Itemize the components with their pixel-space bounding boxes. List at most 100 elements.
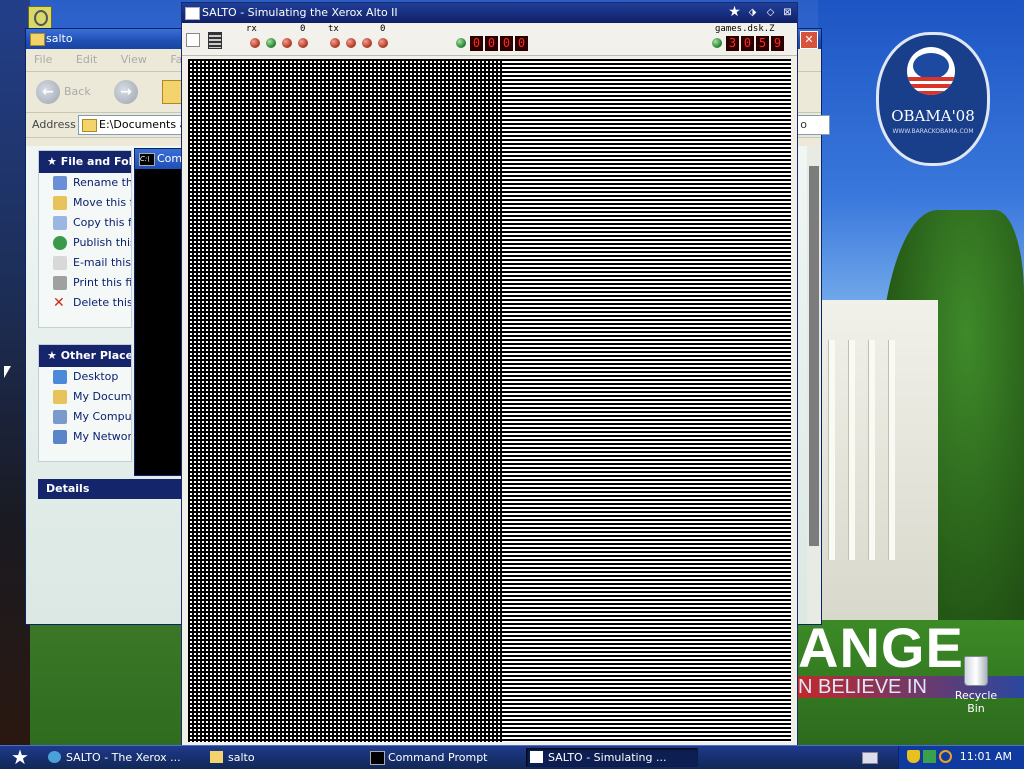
menu-edit[interactable]: Edit <box>76 53 97 66</box>
disk-led <box>712 38 722 48</box>
status-bar: rx 0 tx 0 0 0 0 0 games.dsk.Z 3 0 5 9 <box>182 23 797 56</box>
rx-led-4 <box>298 38 308 48</box>
cmd-icon: C:\ <box>139 153 155 166</box>
window-icon <box>530 751 543 763</box>
close-button[interactable]: ⊠ <box>781 6 794 19</box>
obama-logo: OBAMA'08 WWW.BARACKOBAMA.COM <box>876 32 990 166</box>
globe-icon <box>53 236 67 250</box>
copy-icon <box>53 216 67 230</box>
place-my-documents[interactable]: My Documen <box>39 387 131 407</box>
rx-led-1 <box>250 38 260 48</box>
clock[interactable]: 11:01 AM <box>960 750 1012 763</box>
my-network-icon <box>53 430 67 444</box>
recycle-bin-label: Recycle Bin <box>954 689 998 715</box>
star-icon[interactable]: ★ <box>728 5 741 19</box>
printer-icon <box>53 276 67 290</box>
disk-digit: 0 <box>741 36 754 51</box>
rx-led-2 <box>266 38 276 48</box>
system-tray: 11:01 AM <box>898 746 1024 769</box>
folder-icon <box>30 33 45 46</box>
close-button[interactable]: ✕ <box>800 31 818 49</box>
desktop-icon <box>53 370 67 384</box>
tx-led-2 <box>346 38 356 48</box>
place-my-computer[interactable]: My Compute <box>39 407 131 427</box>
counter-digit: 0 <box>470 36 483 51</box>
rx-label: rx <box>246 24 257 34</box>
counter-digit: 0 <box>515 36 528 51</box>
other-places-header[interactable]: Other Places <box>39 345 131 367</box>
salto-app-icon <box>48 751 61 763</box>
salto-titlebar[interactable]: SALTO - Simulating the Xerox Alto II ★ ⬗… <box>182 3 797 23</box>
window-icon <box>185 7 200 20</box>
alto-display-grid-pattern <box>188 59 504 742</box>
task-salto-folder[interactable]: salto <box>206 748 368 767</box>
recycle-bin-icon <box>964 656 988 686</box>
taskbar: ★ SALTO - The Xerox ... salto Command Pr… <box>0 745 1024 769</box>
shade-icon[interactable]: ◇ <box>764 6 777 19</box>
mouse-cursor <box>4 366 11 378</box>
disk-label: games.dsk.Z <box>715 24 775 34</box>
details-header[interactable]: Details <box>38 479 188 499</box>
logo-url: WWW.BARACKOBAMA.COM <box>892 128 974 135</box>
rename-icon <box>53 176 67 190</box>
wrench-icon[interactable] <box>186 33 200 47</box>
my-documents-icon <box>53 390 67 404</box>
explorer-scrollbar[interactable] <box>807 146 821 624</box>
task-salto-simulating[interactable]: SALTO - Simulating ... <box>526 748 698 767</box>
logo-text: OBAMA'08 <box>891 107 975 125</box>
menu-file[interactable]: File <box>34 53 52 66</box>
other-places-panel: Other Places Desktop My Documen My Compu… <box>38 344 132 462</box>
folder-icon <box>82 119 97 132</box>
explorer-title: salto <box>46 32 73 45</box>
counter-digit: 0 <box>485 36 498 51</box>
task-move[interactable]: Move this file <box>39 193 131 213</box>
rx-led-3 <box>282 38 292 48</box>
back-label: Back <box>64 85 91 98</box>
go-button[interactable]: o <box>800 118 807 131</box>
task-print[interactable]: Print this file <box>39 273 131 293</box>
disk-digit: 5 <box>756 36 769 51</box>
alto-display-line-pattern <box>504 59 791 742</box>
task-copy[interactable]: Copy this file <box>39 213 131 233</box>
cmd-icon <box>370 751 385 765</box>
white-house-image <box>818 300 938 620</box>
counter-digit: 0 <box>500 36 513 51</box>
salto-window[interactable]: SALTO - Simulating the Xerox Alto II ★ ⬗… <box>181 2 798 747</box>
tx-label: tx <box>328 24 339 34</box>
file-tasks-header[interactable]: File and Folder <box>39 151 131 173</box>
move-icon <box>53 196 67 210</box>
forward-button[interactable]: → <box>114 80 138 104</box>
place-my-network[interactable]: My Network <box>39 427 131 447</box>
menu-view[interactable]: View <box>121 53 147 66</box>
my-computer-icon <box>53 410 67 424</box>
tx-led-3 <box>362 38 372 48</box>
counter-led <box>456 38 466 48</box>
task-salto-xerox[interactable]: SALTO - The Xerox ... <box>44 748 206 767</box>
recycle-bin[interactable]: Recycle Bin <box>946 656 1006 715</box>
task-email[interactable]: E-mail this fil <box>39 253 131 273</box>
network-icon[interactable] <box>923 750 936 763</box>
disk-digit: 3 <box>726 36 739 51</box>
filmstrip-icon[interactable] <box>208 32 222 49</box>
tx-count: 0 <box>380 24 386 34</box>
task-command-prompt[interactable]: Command Prompt <box>366 748 528 767</box>
tx-led-4 <box>378 38 388 48</box>
folder-icon <box>210 751 223 763</box>
tx-led-1 <box>330 38 340 48</box>
scrollbar-thumb[interactable] <box>809 166 819 546</box>
file-folder-tasks-panel: File and Folder Rename this Move this fi… <box>38 150 132 328</box>
start-button[interactable]: ★ <box>0 746 40 769</box>
task-rename[interactable]: Rename this <box>39 173 131 193</box>
alto-display[interactable] <box>188 59 791 742</box>
task-publish[interactable]: Publish this <box>39 233 131 253</box>
security-shield-icon[interactable] <box>907 750 920 763</box>
keyboard-icon[interactable] <box>862 752 878 764</box>
delete-x-icon: ✕ <box>53 295 65 311</box>
task-delete[interactable]: ✕Delete this fi <box>39 293 131 313</box>
search-icon[interactable] <box>939 750 952 763</box>
pin-icon[interactable]: ⬗ <box>746 6 759 19</box>
desktop-shortcut-icon[interactable] <box>28 6 52 30</box>
place-desktop[interactable]: Desktop <box>39 367 131 387</box>
back-button[interactable]: ← <box>36 80 60 104</box>
address-label: Address <box>32 118 76 131</box>
